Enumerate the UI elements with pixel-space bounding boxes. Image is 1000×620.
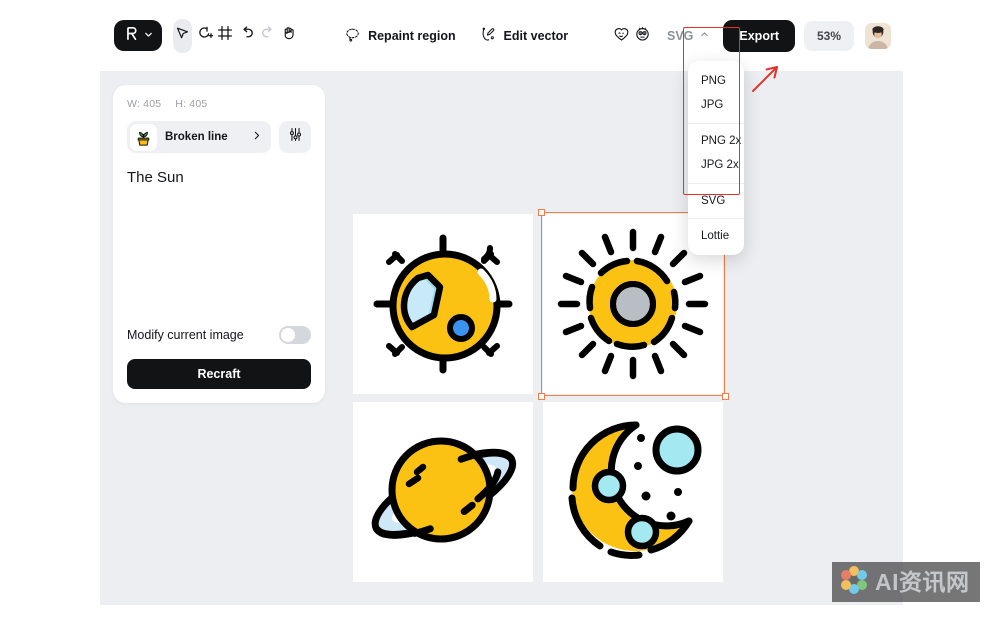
style-selector[interactable]: Broken line: [127, 121, 271, 153]
recraft-logo-icon: [123, 25, 140, 47]
selection-handle-bottom-left[interactable]: [538, 393, 545, 400]
undo-tool[interactable]: [237, 19, 256, 53]
repaint-region-button[interactable]: Repaint region: [336, 20, 464, 52]
menu-item-lottie[interactable]: Lottie: [688, 224, 744, 248]
image-dimensions: W: 405 H: 405: [127, 98, 311, 110]
dashed-lasso-icon: [344, 26, 361, 46]
reaction-wow-button[interactable]: [633, 19, 652, 53]
menu-item-png-2x[interactable]: PNG 2x: [688, 129, 744, 153]
hand-icon: [280, 24, 298, 47]
chevron-down-icon: [143, 27, 154, 45]
menu-item-jpg-2x[interactable]: JPG 2x: [688, 153, 744, 177]
flower-logo-icon: [838, 564, 870, 601]
edit-vector-button[interactable]: Edit vector: [472, 20, 577, 52]
art-tile-sun-eclipse[interactable]: [353, 214, 533, 394]
user-avatar[interactable]: [865, 22, 892, 49]
watermark-text: AI资讯网: [875, 568, 970, 595]
add-image-tool[interactable]: [194, 19, 214, 53]
chevron-right-icon: [251, 128, 262, 146]
prompt-text[interactable]: The Sun: [127, 168, 311, 188]
menu-item-svg[interactable]: SVG: [688, 189, 744, 213]
red-arrow-annotation: [748, 60, 784, 101]
menu-separator: [688, 217, 744, 219]
menu-separator: [688, 122, 744, 124]
menu-separator: [688, 182, 744, 184]
export-format-value: SVG: [666, 28, 694, 43]
generation-settings-panel: W: 405 H: 405 Broken line The Sun Modify…: [113, 85, 325, 403]
menu-item-jpg[interactable]: JPG: [688, 93, 744, 117]
selection-handle-bottom-right[interactable]: [722, 393, 729, 400]
style-settings-button[interactable]: [279, 121, 311, 153]
image-plus-icon: [195, 24, 214, 47]
crop-frame-icon: [216, 24, 234, 47]
winking-face-icon: [612, 24, 631, 48]
potted-plant-icon: [130, 123, 157, 151]
modify-current-image-label: Modify current image: [127, 328, 244, 342]
export-format-select[interactable]: SVG: [654, 22, 723, 50]
sliders-icon: [287, 126, 304, 148]
modify-current-image-toggle[interactable]: [279, 326, 311, 344]
menu-item-png[interactable]: PNG: [688, 69, 744, 93]
edit-vector-label: Edit vector: [503, 28, 569, 43]
style-row: Broken line: [127, 121, 311, 153]
vector-pen-node-icon: [480, 26, 497, 46]
redo-tool[interactable]: [258, 19, 277, 53]
recraft-button[interactable]: Recraft: [127, 359, 311, 389]
redo-arrow-icon: [259, 24, 277, 47]
selection-handle-top-left[interactable]: [538, 209, 545, 216]
watermark: AI资讯网: [832, 562, 980, 602]
undo-arrow-icon: [238, 24, 256, 47]
style-name: Broken line: [165, 131, 228, 143]
select-tool[interactable]: [173, 18, 193, 53]
cursor-arrow-icon: [174, 25, 191, 47]
recraft-brand-button[interactable]: [114, 20, 162, 51]
art-tile-saturn[interactable]: [353, 402, 533, 582]
app-window: Repaint region Edit vector SVG Export 53…: [100, 0, 903, 605]
modify-current-image-row: Modify current image: [127, 326, 311, 344]
chevron-up-icon: [699, 29, 710, 43]
wide-eyed-face-icon: [633, 24, 652, 48]
export-format-menu: PNG JPG PNG 2x JPG 2x SVG Lottie: [688, 61, 744, 256]
image-height-label: H: 405: [175, 98, 208, 110]
image-width-label: W: 405: [127, 98, 162, 110]
export-button[interactable]: Export: [723, 19, 795, 52]
zoom-level-chip[interactable]: 53%: [803, 20, 855, 51]
reaction-like-button[interactable]: [611, 19, 630, 53]
repaint-region-label: Repaint region: [368, 28, 456, 43]
hand-tool[interactable]: [280, 19, 299, 53]
art-tile-moon[interactable]: [543, 402, 723, 582]
frame-tool[interactable]: [216, 19, 235, 53]
